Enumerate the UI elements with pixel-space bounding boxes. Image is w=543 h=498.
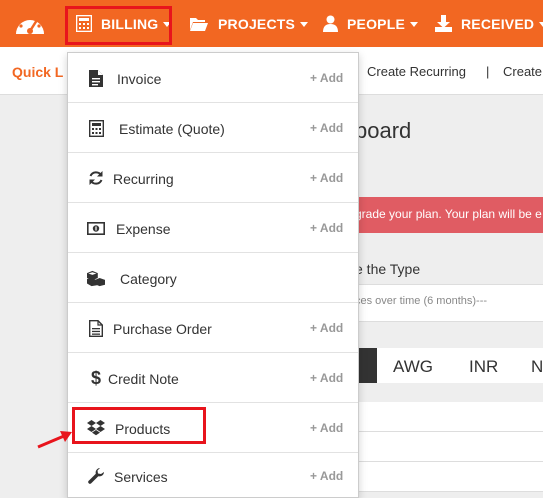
nav-received[interactable]: RECEIVED xyxy=(435,0,543,47)
quick-links-title: Quick L xyxy=(12,64,64,80)
billing-highlight-box xyxy=(65,6,172,45)
calculator-icon xyxy=(87,119,105,137)
add-purchase-order-link[interactable]: + Add xyxy=(310,321,343,335)
red-arrow-icon xyxy=(37,431,72,449)
nav-projects-label: PROJECTS xyxy=(218,15,296,32)
menu-item-label: Expense xyxy=(116,221,171,237)
nav-people-label: PEOPLE xyxy=(347,15,405,32)
type-selector-label: e the Type xyxy=(355,261,421,277)
nav-received-label: RECEIVED xyxy=(461,15,535,32)
dashboard-gauge-icon[interactable] xyxy=(13,9,47,37)
menu-item-label: Purchase Order xyxy=(113,321,212,337)
nav-projects[interactable]: PROJECTS xyxy=(189,0,309,47)
tab-currency-more[interactable]: N xyxy=(531,357,543,377)
menu-item-invoice[interactable]: Invoice + Add xyxy=(68,53,358,103)
menu-item-label: Services xyxy=(114,469,168,485)
menu-item-estimate[interactable]: Estimate (Quote) + Add xyxy=(68,103,358,153)
user-icon xyxy=(323,15,338,32)
quick-link-separator: | xyxy=(486,64,490,79)
add-recurring-link[interactable]: + Add xyxy=(310,171,343,185)
money-bill-icon xyxy=(87,219,105,237)
table-row xyxy=(355,432,543,462)
menu-item-credit-note[interactable]: $ Credit Note + Add xyxy=(68,353,358,403)
chart-panel-note: ces over time (6 months)--- xyxy=(355,295,488,307)
folder-open-icon xyxy=(189,16,209,32)
wrench-icon xyxy=(87,467,105,485)
caret-down-icon xyxy=(539,22,543,27)
products-highlight-box xyxy=(72,407,206,444)
tab-currency-awg[interactable]: AWG xyxy=(393,357,433,377)
menu-item-label: Category xyxy=(120,271,177,287)
add-credit-note-link[interactable]: + Add xyxy=(310,371,343,385)
caret-down-icon xyxy=(410,22,418,27)
menu-item-services[interactable]: Services + Add xyxy=(68,453,358,497)
file-list-icon xyxy=(87,319,105,337)
quick-link-create-recurring[interactable]: Create Recurring xyxy=(367,64,466,79)
menu-item-label: Recurring xyxy=(113,171,174,187)
tab-currency-inr[interactable]: INR xyxy=(469,357,498,377)
caret-down-icon xyxy=(300,22,309,27)
menu-item-category[interactable]: Category xyxy=(68,253,358,303)
menu-item-label: Credit Note xyxy=(108,371,179,387)
menu-item-expense[interactable]: Expense + Add xyxy=(68,203,358,253)
page-title: board xyxy=(355,118,412,143)
menu-item-purchase-order[interactable]: Purchase Order + Add xyxy=(68,303,358,353)
cubes-icon xyxy=(87,269,105,287)
file-text-icon xyxy=(87,69,105,87)
dollar-icon: $ xyxy=(90,367,101,388)
currency-tab-bar xyxy=(355,348,543,383)
menu-item-label: Estimate (Quote) xyxy=(119,121,225,137)
add-expense-link[interactable]: + Add xyxy=(310,221,343,235)
nav-people[interactable]: PEOPLE xyxy=(323,0,418,47)
menu-item-label: Invoice xyxy=(117,71,162,87)
upgrade-alert: grade your plan. Your plan will be e xyxy=(355,197,543,233)
table-row xyxy=(355,462,543,492)
refresh-icon xyxy=(87,169,105,187)
table-row xyxy=(355,402,543,432)
menu-item-recurring[interactable]: Recurring + Add xyxy=(68,153,358,203)
add-estimate-link[interactable]: + Add xyxy=(310,121,343,135)
add-products-link[interactable]: + Add xyxy=(310,421,343,435)
download-icon xyxy=(435,15,452,32)
add-invoice-link[interactable]: + Add xyxy=(310,71,343,85)
quick-link-create[interactable]: Create xyxy=(503,64,542,79)
add-services-link[interactable]: + Add xyxy=(310,469,343,483)
